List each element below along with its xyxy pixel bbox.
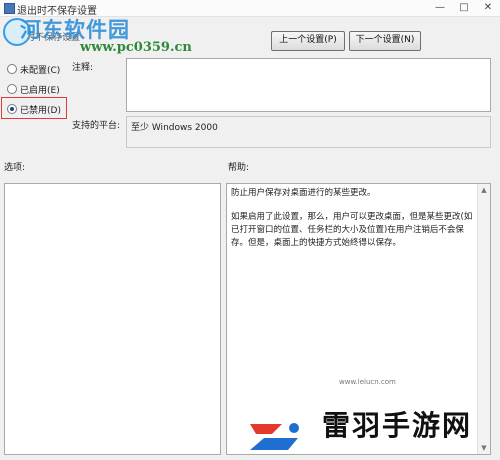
next-setting-button[interactable]: 下一个设置(N) [349, 31, 421, 51]
help-paragraph: 防止用户保存对桌面进行的某些更改。 [231, 188, 376, 198]
app-icon [4, 3, 15, 14]
option-label: 未配置(C) [20, 66, 61, 76]
scroll-down-icon[interactable]: ▼ [478, 442, 490, 454]
brand-url: www.leiucn.com [339, 378, 396, 386]
minimize-button[interactable]: — [428, 0, 452, 16]
maximize-button[interactable]: □ [452, 0, 476, 16]
help-label: 帮助: [228, 163, 250, 173]
options-label: 选项: [4, 163, 26, 173]
watermark-url: www.pc0359.cn [80, 40, 192, 55]
brand-watermark: 雷羽手游网 [322, 409, 473, 442]
selection-highlight [1, 97, 67, 119]
platform-box: 至少 Windows 2000 [126, 116, 491, 148]
prev-setting-button[interactable]: 上一个设置(P) [271, 31, 345, 51]
option-label: 已启用(E) [20, 86, 60, 96]
option-enabled[interactable]: 已启用(E) [7, 83, 60, 97]
help-paragraph: 如果启用了此设置，那么，用户可以更改桌面，但是某些更改(如已打开窗口的位置、任务… [231, 212, 473, 248]
platform-value: 至少 Windows 2000 [131, 123, 218, 133]
scroll-up-icon[interactable]: ▲ [478, 184, 490, 196]
help-scrollbar[interactable]: ▲ ▼ [477, 184, 490, 454]
comment-label: 注释: [72, 63, 94, 73]
option-not-configured[interactable]: 未配置(C) [7, 63, 60, 77]
help-text: 防止用户保存对桌面进行的某些更改。 如果启用了此设置，那么，用户可以更改桌面，但… [231, 187, 474, 261]
radio-icon[interactable] [7, 84, 17, 94]
options-panel [4, 183, 221, 455]
comment-textarea[interactable] [126, 58, 491, 112]
platform-label: 支持的平台: [72, 121, 121, 131]
radio-icon[interactable] [7, 64, 17, 74]
brand-logo-icon [250, 423, 299, 450]
close-button[interactable]: ✕ [476, 0, 500, 16]
